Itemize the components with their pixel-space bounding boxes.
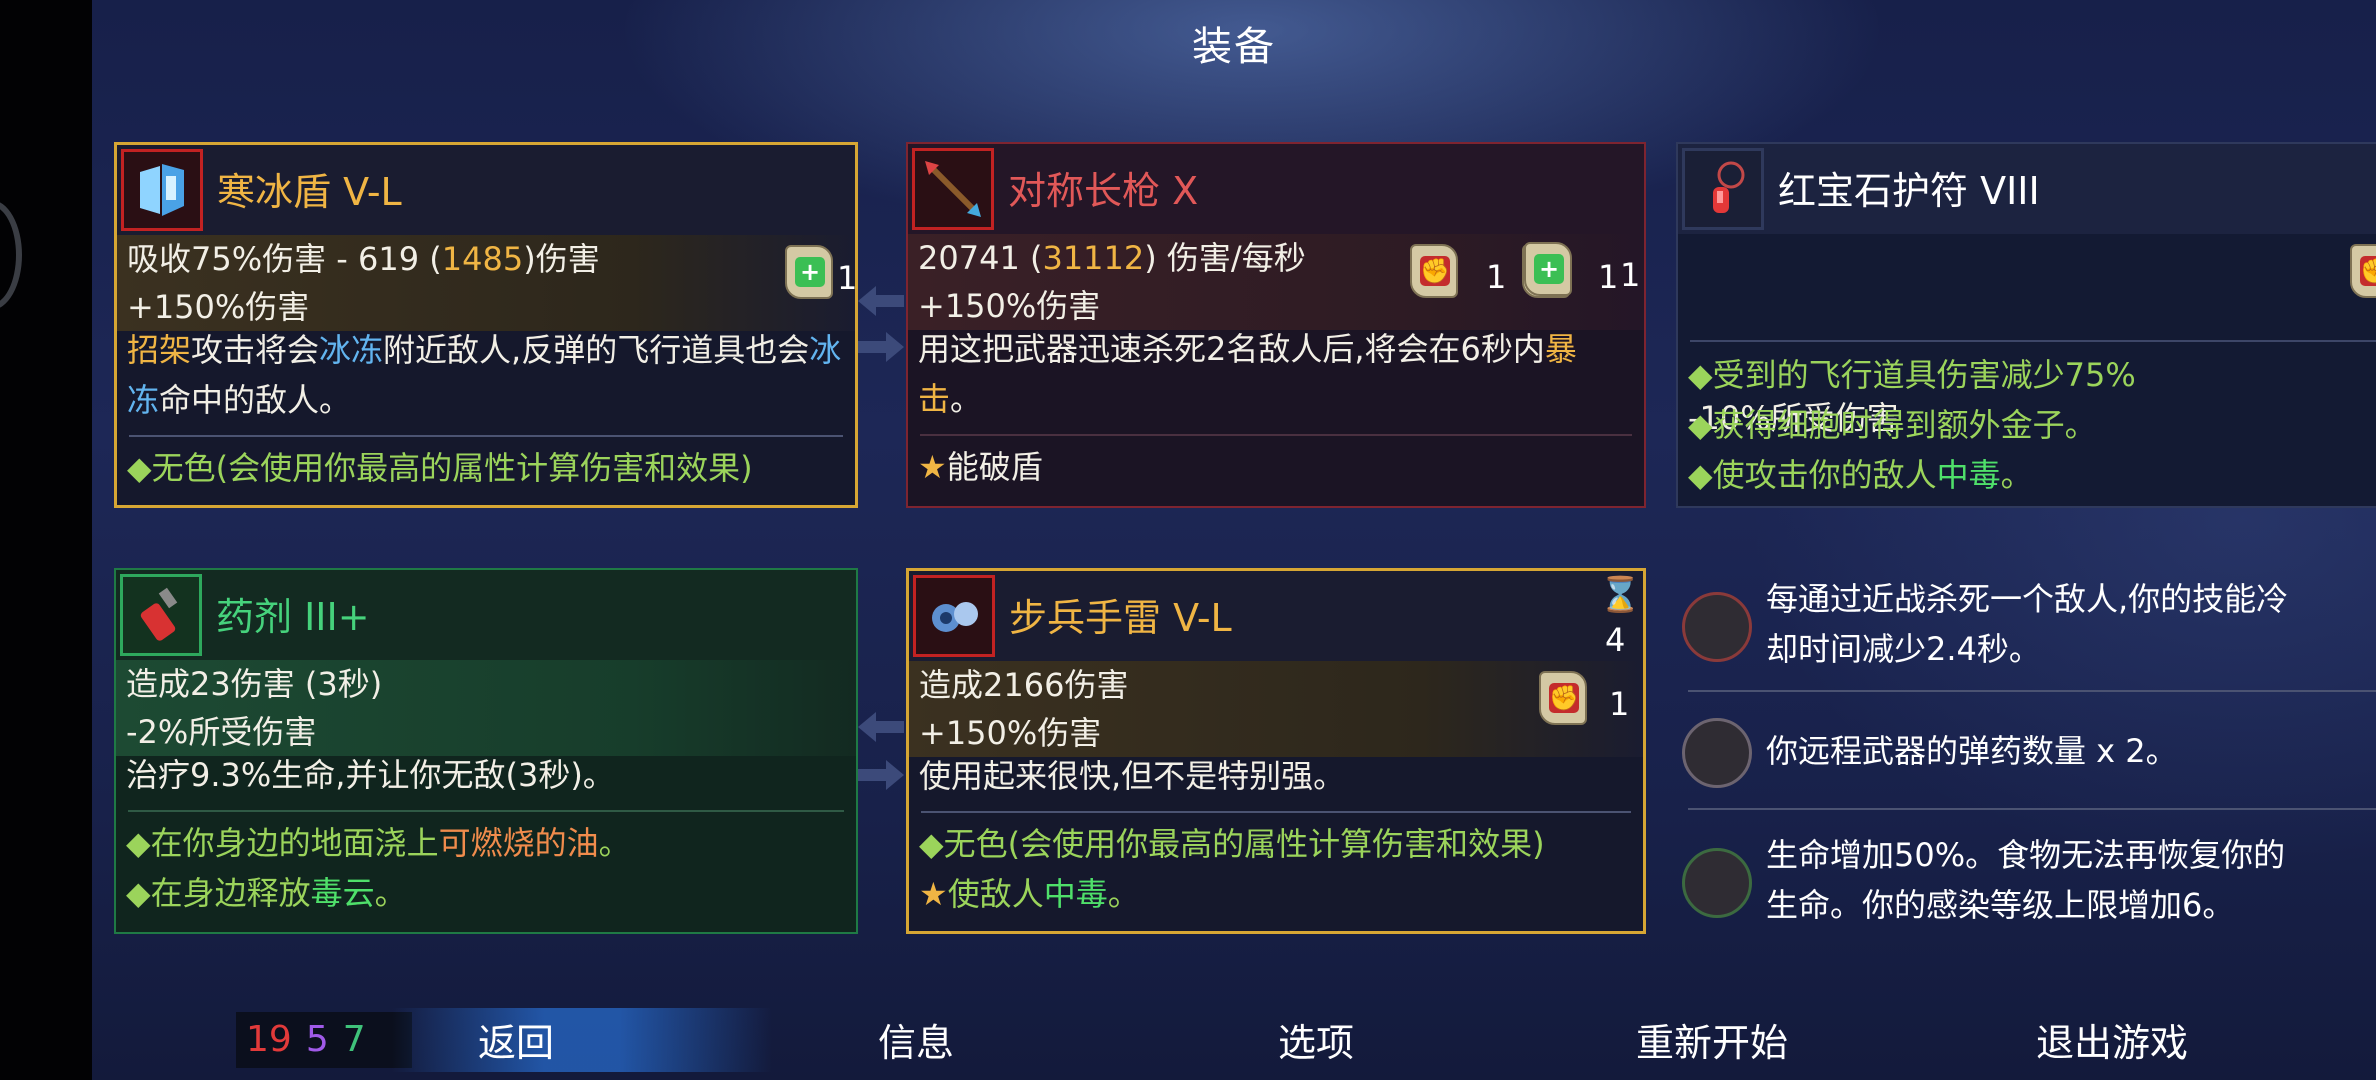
colorless-bullet: ◆无色(会使用你最高的属性计算伤害和效果) xyxy=(919,825,1545,863)
card-ruby-amulet[interactable]: 红宝石护符 VIII -10%所受伤害 -10%所受伤害 ✊ 2 ◆受到的飞行道… xyxy=(1676,142,2376,508)
stat-bonus-damage: +150%伤害 xyxy=(909,709,1643,757)
scroll-count: 1 xyxy=(837,259,858,297)
card-grenade[interactable]: 步兵手雷 V-L ⌛ 4 造成2166伤害 +150%伤害 ✊ 1 使用起来很快… xyxy=(906,568,1646,934)
options-button[interactable]: 选项 xyxy=(1278,1012,1354,1067)
mutation-health-icon xyxy=(1682,848,1752,918)
item-name: 对称长枪 X xyxy=(1008,169,1199,213)
divider xyxy=(920,434,1632,436)
quit-button[interactable]: 退出游戏 xyxy=(2036,1012,2188,1067)
mutation-text: 你远程武器的弹药数量 x 2。 xyxy=(1766,732,2178,770)
info-button[interactable]: 信息 xyxy=(878,1012,954,1067)
item-description: 招架攻击将会冰冻附近敌人,反弹的飞行道具也会冰冻命中的敌人。 xyxy=(127,331,842,419)
back-highlight xyxy=(392,1008,772,1072)
divider xyxy=(128,810,844,812)
potion-bullet-1: ◆在你身边的地面浇上可燃烧的油。 xyxy=(126,824,631,862)
scroll-count: 1 xyxy=(1609,685,1630,723)
equipment-screen: 装备 寒冰盾 V-L 吸收75%伤害 - 619 (1485)伤害 +150%伤… xyxy=(92,0,2376,1080)
shield-break-bullet: ★能破盾 xyxy=(918,448,1043,486)
item-name: 步兵手雷 V-L xyxy=(1009,596,1232,640)
frost-shield-icon xyxy=(121,149,203,231)
item-description: 治疗9.3%生命,并让你无敌(3秒)。 xyxy=(126,756,615,794)
grenade-icon xyxy=(913,575,995,657)
divider xyxy=(1688,808,2376,810)
bottom-menu: 19 5 7 返回 信息 选项 重新开始 退出游戏 xyxy=(92,1002,2376,1074)
divider xyxy=(1690,340,2376,342)
tactics-stat: 5 xyxy=(305,1019,329,1060)
page-title: 装备 xyxy=(1192,24,1276,70)
colorless-bullet: ◆无色(会使用你最高的属性计算伤害和效果) xyxy=(127,449,753,487)
survival-stat: 7 xyxy=(342,1019,366,1060)
mutation-text: 每通过近战杀死一个敌人,你的技能冷 却时间减少2.4秒。 xyxy=(1766,580,2289,668)
left-bezel xyxy=(0,0,92,1080)
item-name: 寒冰盾 V-L xyxy=(217,170,402,214)
brutality-scroll-icon: ✊ xyxy=(1535,667,1591,729)
scroll-count-brutality: 1 xyxy=(1486,258,1507,296)
mutation-row-1[interactable]: 每通过近战杀死一个敌人,你的技能冷 却时间减少2.4秒。 xyxy=(1676,574,2376,684)
card-symmetrical-lance[interactable]: 对称长枪 X 20741 (31112) 伤害/每秒 +150%伤害 ✊ 1 ϟ… xyxy=(906,142,1646,508)
mutation-row-2[interactable]: 你远程武器的弹药数量 x 2。 xyxy=(1676,718,2376,798)
potion-icon xyxy=(120,574,202,656)
potion-bullet-2: ◆在身边释放毒云。 xyxy=(126,874,407,912)
scroll-count-survival: 1 xyxy=(1620,256,1641,294)
brutality-scroll-icon: ✊ xyxy=(2346,240,2376,302)
stat-damage: 造成2166伤害 xyxy=(909,661,1643,709)
item-description: 用这把武器迅速杀死2名敌人后,将会在6秒内暴击。 xyxy=(918,330,1577,418)
tactics-scroll-icon: + xyxy=(781,241,837,303)
lance-icon xyxy=(912,148,994,230)
card-potion[interactable]: 药剂 III+ 造成23伤害 (3秒) -2%所受伤害 治疗9.3%生命,并让你… xyxy=(114,568,858,934)
restart-button[interactable]: 重新开始 xyxy=(1636,1012,1788,1067)
amulet-bullet-3: ◆使攻击你的敌人中毒。 xyxy=(1688,456,2033,494)
back-button[interactable]: 返回 xyxy=(478,1012,554,1067)
divider xyxy=(921,811,1631,813)
stat-damage: +150%伤害 xyxy=(117,283,855,331)
stats-box: 19 5 7 xyxy=(236,1012,412,1068)
survival-scroll-icon: + xyxy=(1520,238,1576,300)
divider xyxy=(1688,690,2376,692)
bezel-notch xyxy=(0,200,22,310)
divider xyxy=(129,435,843,437)
scroll-count-tactics: 1 xyxy=(1598,258,1619,296)
mutation-ammo-icon xyxy=(1682,718,1752,788)
brutality-stat: 19 xyxy=(246,1019,292,1060)
item-description: 使用起来很快,但不是特别强。 xyxy=(919,757,1346,795)
stat-damage: 造成23伤害 (3秒) xyxy=(116,660,856,708)
card-frost-shield[interactable]: 寒冰盾 V-L 吸收75%伤害 - 619 (1485)伤害 +150%伤害 +… xyxy=(114,142,858,508)
amulet-bullet-1: ◆受到的飞行道具伤害减少75% xyxy=(1688,356,2136,394)
swap-left-arrow-icon[interactable] xyxy=(858,284,904,318)
swap-right-arrow-icon[interactable] xyxy=(858,758,904,792)
poison-bullet: ★使敌人中毒。 xyxy=(919,875,1140,913)
cooldown-value: 4 xyxy=(1605,621,1626,659)
item-name: 药剂 III+ xyxy=(216,595,370,639)
mutation-row-3[interactable]: 生命增加50%。食物无法再恢复你的 生命。你的感染等级上限增加6。 xyxy=(1676,830,2376,940)
stat-absorb: 吸收75%伤害 - 619 (1485)伤害 xyxy=(117,235,855,283)
brutality-scroll-icon: ✊ xyxy=(1406,240,1462,302)
item-name: 红宝石护符 VIII xyxy=(1778,169,2040,213)
swap-left-arrow-icon[interactable] xyxy=(858,710,904,744)
ruby-amulet-icon xyxy=(1682,148,1764,230)
hourglass-icon: ⌛ xyxy=(1599,575,1642,615)
swap-right-arrow-icon[interactable] xyxy=(858,330,904,364)
amulet-bullet-2: ◆获得细胞时得到额外金子。 xyxy=(1688,406,2097,444)
stat-damage-reduction: -2%所受伤害 xyxy=(116,708,856,756)
mutation-text: 生命增加50%。食物无法再恢复你的 生命。你的感染等级上限增加6。 xyxy=(1766,836,2286,924)
mutation-melee-icon xyxy=(1682,592,1752,662)
